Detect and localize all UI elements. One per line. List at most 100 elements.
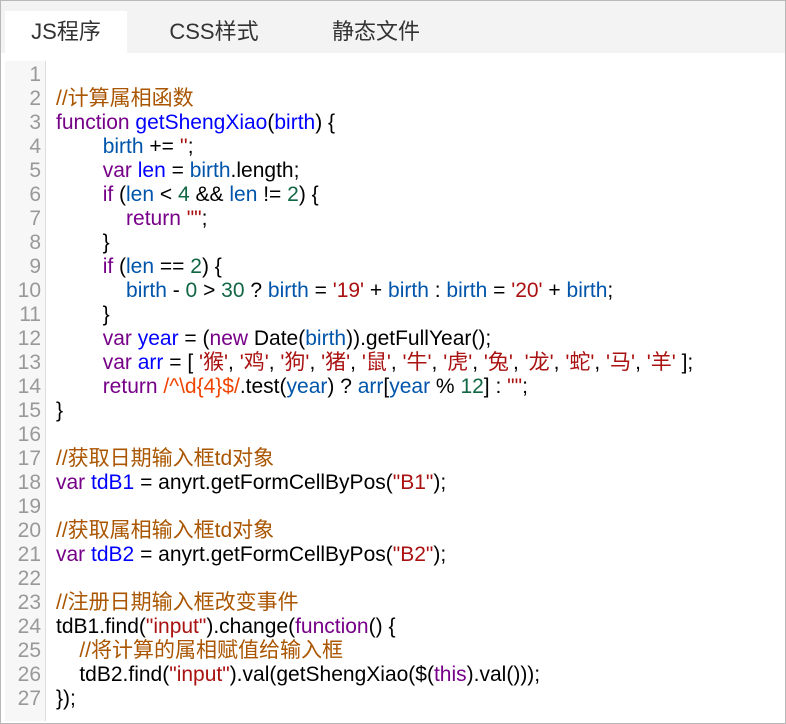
code-token: Date( [248,327,306,350]
code-token: 2 [287,183,299,206]
code-token: function [295,615,369,638]
code-token: "" [186,207,202,230]
code-text: //注册日期输入框改变事件 [56,591,299,615]
line-number: 8 [29,231,41,254]
code-line[interactable]: 5 var len = birth.length; [1,159,785,183]
code-token: '虎' [443,351,473,374]
code-line[interactable]: 14 return /^\d{4}$/.test(year) ? arr[yea… [1,375,785,399]
code-line[interactable]: 18 var tdB1 = anyrt.getFormCellByPos("B1"… [1,471,785,495]
code-token: "B1" [392,471,434,494]
code-token: '龙' [524,351,554,374]
code-token: '' [179,135,188,158]
code-line[interactable]: 1 [1,63,785,87]
code-line[interactable]: 26 tdB2.find("input").val(getShengXiao($… [1,663,785,687]
code-line[interactable]: 9 if (len == 2) { [1,255,785,279]
code-line[interactable]: 22 [1,567,785,591]
code-token: ) ? [327,375,358,398]
code-token: return [126,207,181,230]
line-number: 18 [17,471,41,494]
code-line[interactable]: 3 function getShengXiao(birth) { [1,111,785,135]
code-token: != [257,183,288,206]
line-number: 5 [29,159,41,182]
code-token: = [165,159,190,182]
code-line[interactable]: 19 [1,495,785,519]
code-token: + [364,279,389,302]
code-line[interactable]: 7 return ""; [1,207,785,231]
code-text: return /^\d{4}$/.test(year) ? arr[year %… [56,375,528,399]
code-line[interactable]: 27}); [1,687,785,711]
code-text: function getShengXiao(birth) { [56,111,335,135]
code-line[interactable]: 10 birth - 0 > 30 ? birth = '19' + birth… [1,279,785,303]
code-token: //获取属相输入框td对象 [56,519,275,542]
code-token: 0 [185,279,198,302]
code-token: ? [244,279,268,302]
code-token: , [228,351,240,374]
tab-static-files[interactable]: 静态文件 [301,11,451,53]
code-token: , [390,351,403,374]
code-token: } [56,231,110,254]
code-token: ] : [483,375,508,398]
code-token: ).val(getShengXiao($( [229,663,434,686]
code-token: year [286,375,328,398]
code-token: '兔' [483,351,513,374]
code-line[interactable]: 2 //计算属相函数 [1,87,785,111]
code-token: len [229,183,258,206]
code-token: , [472,351,484,374]
code-line[interactable]: 12 var year = (new Date(birth)).getFullY… [1,327,785,351]
code-token: tdB1 [91,471,135,494]
code-line[interactable]: 13 var arr = [ '猴', '鸡', '狗', '猪', '鼠', … [1,351,785,375]
code-token: = anyrt.getFormCellByPos( [134,471,393,494]
code-line[interactable]: 25 //将计算的属相赋值给输入框 [1,639,785,663]
code-text: var tdB2 = anyrt.getFormCellByPos("B2"); [56,543,446,567]
code-token: birth [189,159,231,182]
code-line[interactable]: 17 //获取日期输入框td对象 [1,447,785,471]
code-line[interactable]: 23 //注册日期输入框改变事件 [1,591,785,615]
code-line[interactable]: 4 birth += ''; [1,135,785,159]
code-area[interactable]: 1 2//计算属相函数 3 function getShengXiao(birth) … [1,63,785,711]
code-token: '猴' [199,351,229,374]
line-number: 2 [29,87,41,110]
code-token: arr [137,351,164,374]
line-number: 1 [29,63,41,86]
code-line[interactable]: 16 [1,423,785,447]
code-token: len [126,255,155,278]
code-token: year [137,327,179,350]
code-text: } [56,231,110,255]
code-token: = [ [163,351,199,374]
code-token: tdB2.find( [56,663,170,686]
code-token: < [154,183,178,206]
code-token: > [197,279,222,302]
code-token: //将计算的属相赋值给输入框 [79,639,344,662]
code-token: //获取日期输入框td对象 [56,447,275,470]
code-token: , [431,351,444,374]
tab-css-style[interactable]: CSS样式 [135,11,293,53]
line-number: 4 [29,135,41,158]
code-line[interactable]: 11 } [1,303,785,327]
code-token: , [635,351,647,374]
line-number: 27 [17,687,41,710]
code-token: //注册日期输入框改变事件 [56,591,299,614]
code-token: '19' [332,279,365,302]
code-token: , [594,351,607,374]
code-line[interactable]: 8 } [1,231,785,255]
code-token: '鼠' [361,351,391,374]
code-token: ; [187,135,194,158]
code-line[interactable]: 21 var tdB2 = anyrt.getFormCellByPos("B2"… [1,543,785,567]
code-line[interactable]: 20 //获取属相输入框td对象 [1,519,785,543]
code-line[interactable]: 6 if (len < 4 && len != 2) { [1,183,785,207]
code-token: '牛' [402,351,432,374]
code-token: == [154,255,191,278]
code-token: len [137,159,166,182]
code-token: birth [126,279,167,302]
line-number: 10 [17,279,41,302]
tab-js-program[interactable]: JS程序 [5,11,127,53]
line-number: 25 [17,639,41,662]
code-line[interactable]: 24 tdB1.find("input").change(function() { [1,615,785,639]
code-token: //计算属相函数 [56,87,194,110]
code-token: var [102,327,132,350]
code-token: var [102,159,132,182]
code-line[interactable]: 15} [1,399,785,423]
